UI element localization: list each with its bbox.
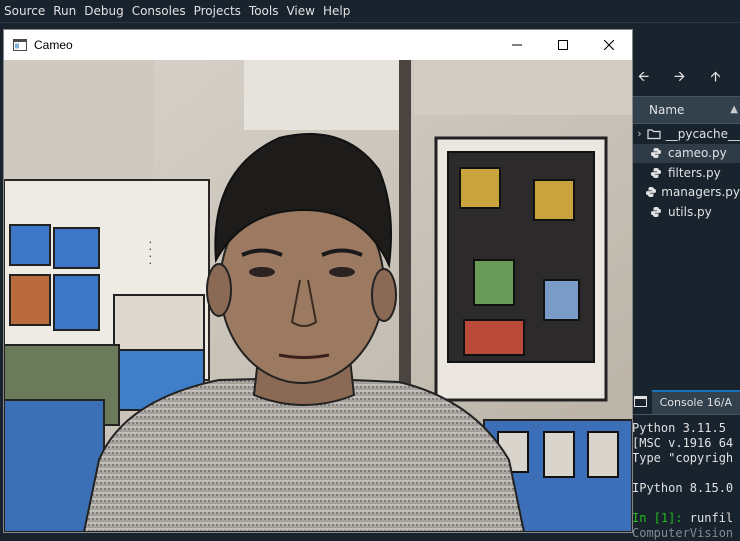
file-explorer-pane: 🡨 🡪 🡩 Name ▲ › __pycache__ cameo.py filt… [632, 60, 740, 370]
console-line-blank: ​ [632, 466, 740, 481]
python-file-icon [648, 147, 664, 159]
minimize-icon [512, 44, 522, 46]
explorer-toolbar: 🡨 🡪 🡩 [632, 60, 740, 96]
maximize-button[interactable] [540, 30, 586, 60]
minimize-button[interactable] [494, 30, 540, 60]
menu-help[interactable]: Help [319, 0, 354, 22]
tab-console-16a[interactable]: Console 16/A [651, 390, 740, 414]
arrow-right-icon[interactable]: 🡪 [671, 66, 688, 90]
menu-debug[interactable]: Debug [80, 0, 127, 22]
tree-item-label: __pycache__ [665, 126, 740, 141]
menu-run[interactable]: Run [49, 0, 80, 22]
app-window-icon [13, 39, 27, 51]
close-icon [604, 40, 614, 50]
sort-chevron-icon: ▲ [730, 104, 738, 115]
console-prompt: In [1]: [632, 511, 683, 525]
tree-item-label: managers.py [661, 185, 740, 200]
maximize-icon [558, 40, 568, 50]
console-line: IPython 8.15.0 [632, 481, 734, 495]
tree-item-pycache[interactable]: › __pycache__ [632, 124, 740, 144]
menu-source[interactable]: Source [0, 0, 49, 22]
console-line: [MSC v.1916 64 [632, 436, 734, 450]
tree-item-cameo-py[interactable]: cameo.py [632, 143, 740, 163]
ipython-console-pane: Console 16/A Python 3.11.5 [MSC v.1916 64… [632, 388, 740, 540]
python-file-icon [645, 186, 658, 198]
menu-projects[interactable]: Projects [190, 0, 245, 22]
console-line-blank: ​ [632, 496, 740, 511]
console-line: Type "copyrigh [632, 451, 734, 465]
cameo-window[interactable]: Cameo · · · · [4, 30, 632, 532]
window-title: Cameo [34, 38, 73, 52]
ide-menu-bar: Source Run Debug Consoles Projects Tools… [0, 0, 740, 23]
console-output[interactable]: Python 3.11.5 [MSC v.1916 64 Type "copyrig… [632, 415, 740, 541]
console-input-line: In [1]: runfil [632, 511, 740, 526]
console-line: ComputerVision [632, 526, 734, 540]
tree-item-label: cameo.py [668, 146, 727, 161]
window-titlebar[interactable]: Cameo [4, 30, 632, 60]
column-header-name[interactable]: Name ▲ [632, 96, 740, 124]
console-tab-bar: Console 16/A [632, 388, 740, 415]
tree-item-label: utils.py [668, 204, 712, 219]
menu-consoles[interactable]: Consoles [128, 0, 190, 22]
folder-icon [647, 128, 662, 140]
menu-tools[interactable]: Tools [245, 0, 283, 22]
tree-item-label: filters.py [668, 165, 721, 180]
svg-text:· · · ·: · · · · [144, 241, 157, 265]
arrow-left-icon[interactable]: 🡨 [635, 66, 652, 90]
tree-item-managers-py[interactable]: managers.py [632, 183, 740, 203]
python-file-icon [648, 206, 664, 218]
python-file-icon [648, 167, 664, 179]
console-command: runfil [682, 511, 734, 525]
console-options-icon[interactable] [632, 388, 649, 414]
column-header-label: Name [649, 103, 685, 117]
tree-item-utils-py[interactable]: utils.py [632, 202, 740, 222]
close-button[interactable] [586, 30, 632, 60]
menu-view[interactable]: View [282, 0, 318, 22]
tree-item-filters-py[interactable]: filters.py [632, 163, 740, 183]
console-line: Python 3.11.5 [632, 421, 726, 435]
chevron-right-icon[interactable]: › [632, 127, 647, 140]
arrow-up-icon[interactable]: 🡩 [707, 66, 724, 90]
webcam-video-frame: · · · · [4, 60, 632, 532]
